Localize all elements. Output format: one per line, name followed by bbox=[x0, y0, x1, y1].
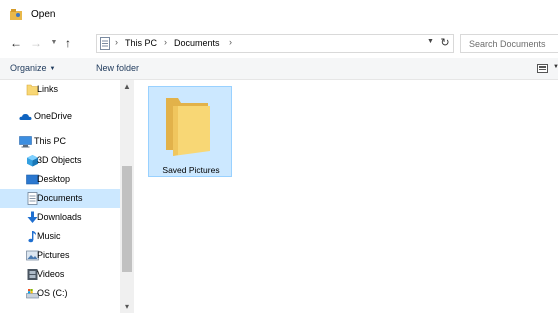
open-dialog-icon bbox=[10, 9, 22, 20]
navigation-scrollbar[interactable]: ▲ ▾ bbox=[120, 80, 134, 313]
sidebar-item-this-pc[interactable]: This PC bbox=[0, 132, 120, 151]
command-bar: Organize ▼ New folder ▼ bbox=[0, 58, 558, 80]
breadcrumb-this-pc[interactable]: This PC bbox=[125, 38, 157, 48]
sidebar-item-downloads[interactable]: Downloads bbox=[0, 208, 120, 227]
refresh-icon: ↻ bbox=[440, 37, 450, 49]
sidebar-item-label: Downloads bbox=[37, 212, 82, 222]
scroll-thumb[interactable] bbox=[122, 166, 132, 272]
documents-location-icon bbox=[100, 37, 110, 50]
sidebar-item-label: Documents bbox=[37, 193, 83, 203]
chevron-down-icon: ▾ bbox=[124, 302, 129, 311]
chevron-down-icon: ▼ bbox=[427, 38, 434, 45]
sidebar-item-label: Links bbox=[37, 84, 59, 94]
arrow-up-icon: ↑ bbox=[65, 36, 71, 50]
sidebar-item-os-c[interactable]: OS (C:) bbox=[0, 284, 120, 303]
sidebar-item-label: OS (C:) bbox=[37, 288, 68, 298]
chevron-down-icon[interactable]: ▼ bbox=[553, 64, 558, 70]
back-button[interactable]: ← bbox=[8, 34, 24, 52]
sidebar-item-label: Pictures bbox=[37, 250, 70, 260]
refresh-button[interactable]: ↻ bbox=[438, 36, 452, 51]
folder-icon bbox=[166, 98, 210, 156]
navigation-bar: ← → ▼ ↑ › This PC › Documents › ▼ ↻ Sear… bbox=[0, 30, 558, 57]
forward-button[interactable]: → bbox=[28, 34, 44, 52]
computer-icon bbox=[19, 136, 32, 148]
chevron-down-icon: ▼ bbox=[50, 39, 58, 46]
cloud-icon bbox=[19, 114, 32, 120]
breadcrumb-documents[interactable]: Documents bbox=[174, 38, 220, 48]
sidebar-item-label: Music bbox=[37, 231, 61, 241]
scroll-up-button[interactable]: ▲ bbox=[120, 80, 134, 94]
folder-item-saved-pictures[interactable]: Saved Pictures bbox=[148, 86, 232, 177]
sidebar-item-music[interactable]: Music bbox=[0, 227, 120, 246]
sidebar-item-links[interactable]: Links bbox=[0, 80, 120, 99]
view-options-icon[interactable] bbox=[537, 64, 548, 73]
breadcrumb-separator: › bbox=[229, 37, 232, 47]
file-list[interactable]: Saved Pictures bbox=[134, 80, 558, 313]
address-history-dropdown[interactable]: ▼ bbox=[427, 38, 434, 45]
chevron-down-icon: ▼ bbox=[49, 66, 56, 72]
sidebar-item-label: OneDrive bbox=[34, 111, 73, 121]
sidebar-item-videos[interactable]: Videos bbox=[0, 265, 120, 284]
organize-button[interactable]: Organize ▼ bbox=[10, 63, 55, 73]
chevron-up-icon: ▲ bbox=[123, 82, 131, 91]
sidebar-item-label: Videos bbox=[37, 269, 65, 279]
sidebar-item-label: Desktop bbox=[37, 174, 71, 184]
arrow-left-icon: ← bbox=[10, 36, 22, 50]
sidebar-item-3d-objects[interactable]: 3D Objects bbox=[0, 151, 120, 170]
up-button[interactable]: ↑ bbox=[60, 34, 76, 52]
breadcrumb-separator: › bbox=[164, 37, 167, 47]
search-placeholder: Search Documents bbox=[469, 39, 546, 49]
scroll-down-button[interactable]: ▾ bbox=[120, 303, 134, 313]
new-folder-button[interactable]: New folder bbox=[96, 63, 139, 73]
arrow-right-icon: → bbox=[30, 36, 42, 50]
organize-label: Organize bbox=[10, 63, 47, 73]
sidebar-item-documents[interactable]: Documents bbox=[0, 189, 120, 208]
breadcrumb-separator: › bbox=[115, 37, 118, 47]
sidebar-item-onedrive[interactable]: OneDrive bbox=[0, 107, 120, 126]
title-bar: Open bbox=[0, 0, 558, 30]
navigation-pane: Links OneDrive This PC 3D Objects Deskto… bbox=[0, 80, 134, 313]
sidebar-item-pictures[interactable]: Pictures bbox=[0, 246, 120, 265]
search-input[interactable]: Search Documents bbox=[460, 34, 558, 53]
sidebar-item-label: This PC bbox=[34, 136, 67, 146]
sidebar-item-label: 3D Objects bbox=[37, 155, 82, 165]
address-bar[interactable]: › This PC › Documents › ▼ ↻ bbox=[96, 34, 454, 53]
file-name: Saved Pictures bbox=[162, 165, 220, 175]
window-title: Open bbox=[31, 9, 56, 20]
sidebar-item-desktop[interactable]: Desktop bbox=[0, 170, 120, 189]
